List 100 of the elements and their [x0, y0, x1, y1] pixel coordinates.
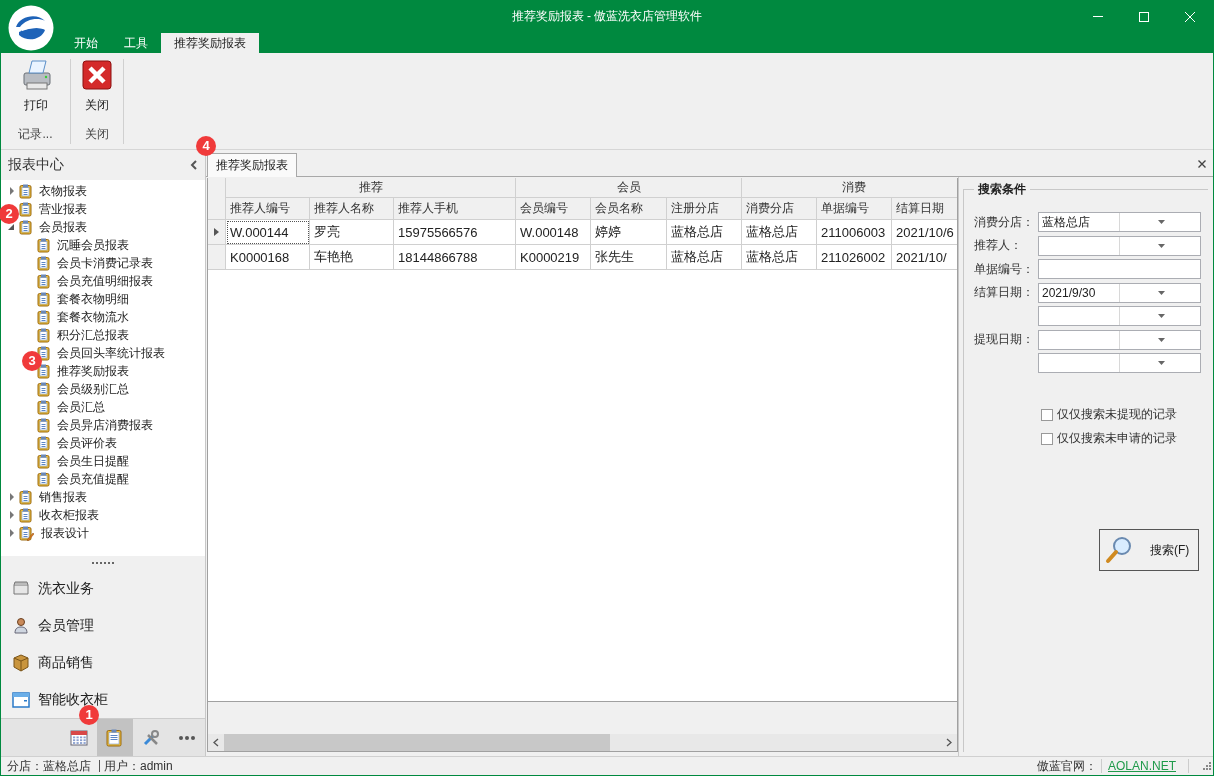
- clipboard-icon: [19, 219, 32, 235]
- column-header[interactable]: 推荐人手机: [394, 198, 516, 220]
- tree-item[interactable]: 会员评价表: [37, 434, 117, 452]
- clipboard-icon: [37, 417, 50, 433]
- tree-item[interactable]: 营业报表: [19, 200, 87, 218]
- tree-item[interactable]: 会员级别汇总: [37, 380, 129, 398]
- checkbox[interactable]: [1041, 432, 1053, 445]
- resize-grip-icon[interactable]: [1203, 762, 1211, 770]
- toolbar-button[interactable]: [97, 719, 133, 756]
- tree-item[interactable]: 会员充值明细报表: [37, 272, 153, 290]
- dropdown-field[interactable]: 蓝格总店: [1038, 212, 1201, 232]
- clipboard-icon: [37, 363, 50, 379]
- menu-tab[interactable]: 推荐奖励报表: [161, 33, 259, 53]
- column-header[interactable]: 会员编号: [516, 198, 591, 220]
- tree-item[interactable]: 会员异店消费报表: [37, 416, 153, 434]
- scroll-right-icon[interactable]: [946, 738, 952, 747]
- menu-tab[interactable]: 开始: [61, 33, 111, 53]
- current-row-icon: [214, 228, 219, 236]
- menu-tab[interactable]: 工具: [111, 33, 161, 53]
- clipboard-icon: [37, 237, 50, 253]
- clipboard-icon: [19, 201, 32, 217]
- dropdown-field[interactable]: [1038, 329, 1201, 350]
- field-label: 推荐人：: [974, 237, 1023, 254]
- box-icon: [12, 653, 30, 672]
- column-header[interactable]: 注册分店: [667, 198, 742, 220]
- status-text: 分店：蓝格总店: [7, 757, 92, 775]
- column-header[interactable]: 消费分店: [742, 198, 817, 220]
- dropdown-arrow-icon: [1158, 361, 1165, 365]
- tools-icon: [142, 729, 160, 747]
- close-icon: [1197, 159, 1207, 169]
- tree-item[interactable]: 收衣柜报表: [19, 506, 99, 524]
- number-badge: 1: [79, 705, 99, 725]
- table-cell: 15975566576: [394, 220, 516, 245]
- tree-item[interactable]: 会员卡消费记录表: [37, 254, 153, 272]
- toolbar-button[interactable]: [69, 728, 89, 748]
- nav-item[interactable]: 洗衣业务: [1, 570, 205, 607]
- column-header[interactable]: 单据编号: [817, 198, 892, 220]
- horizontal-scrollbar[interactable]: [208, 734, 957, 751]
- search-button[interactable]: 搜索(F): [1099, 529, 1199, 571]
- checkbox[interactable]: [1041, 408, 1053, 421]
- clipboard-pencil-icon: [19, 525, 34, 541]
- table-cell: 蓝格总店: [667, 245, 742, 270]
- minimize-icon: [1093, 16, 1103, 17]
- nav-item[interactable]: 商品销售: [1, 644, 205, 681]
- scrollbar-thumb[interactable]: [224, 734, 610, 751]
- dropdown-field[interactable]: [1038, 353, 1201, 373]
- clipboard-icon: [37, 399, 50, 415]
- search-icon: [1105, 536, 1133, 564]
- more-icon: [179, 736, 195, 740]
- group-title: 搜索条件: [977, 181, 1027, 198]
- clipboard-icon: [106, 728, 124, 747]
- tree-item[interactable]: 积分汇总报表: [37, 326, 129, 344]
- tree-item[interactable]: 会员生日提醒: [37, 452, 129, 470]
- clipboard-icon: [19, 183, 32, 199]
- table-cell: 婷婷: [591, 220, 667, 245]
- checkbox-label: 仅仅搜索未申请的记录: [1057, 430, 1177, 447]
- table-cell: 蓝格总店: [667, 220, 742, 245]
- table-cell: K0000168: [226, 245, 310, 270]
- splitter-grip-icon[interactable]: [91, 561, 115, 565]
- tree-item[interactable]: 沉睡会员报表: [37, 236, 129, 254]
- window-title: 推荐奖励报表 - 傲蓝洗衣店管理软件: [510, 8, 704, 25]
- dropdown-arrow-icon: [1158, 290, 1165, 295]
- toolbar-button[interactable]: [141, 728, 161, 748]
- tree-item[interactable]: 会员报表: [19, 218, 87, 236]
- tree-item[interactable]: 会员汇总: [37, 398, 105, 416]
- table-cell: 211026002: [817, 245, 892, 270]
- tree-item[interactable]: 衣物报表: [19, 182, 87, 200]
- field-label: 消费分店：: [974, 213, 1035, 231]
- dropdown-field[interactable]: [1038, 235, 1201, 256]
- clipboard-icon: [37, 453, 50, 469]
- tree-item[interactable]: 套餐衣物流水: [37, 308, 129, 326]
- row-header[interactable]: [208, 220, 226, 245]
- dropdown-field[interactable]: 2021/9/30: [1038, 282, 1201, 303]
- status-label: 傲蓝官网：: [1037, 757, 1097, 775]
- expanded-arrow-icon[interactable]: [6, 222, 16, 232]
- column-header[interactable]: 结算日期: [892, 198, 957, 220]
- window-icon: [12, 690, 30, 709]
- table-cell: 蓝格总店: [742, 220, 817, 245]
- ribbon-button[interactable]: 关闭: [79, 59, 115, 119]
- input-field[interactable]: [1038, 259, 1201, 279]
- tree-item[interactable]: 套餐衣物明细: [37, 290, 129, 308]
- tray-icon: [12, 579, 30, 598]
- close-tab-button[interactable]: [1197, 159, 1207, 169]
- column-group-header: 会员: [516, 178, 742, 198]
- nav-item[interactable]: 会员管理: [1, 607, 205, 644]
- collapse-icon[interactable]: [189, 159, 199, 171]
- scroll-left-icon[interactable]: [213, 738, 219, 747]
- dropdown-field[interactable]: [1038, 306, 1201, 326]
- document-tab[interactable]: 推荐奖励报表: [207, 153, 297, 177]
- ribbon-button[interactable]: 打印: [17, 59, 54, 119]
- group-label: 关闭: [85, 126, 109, 143]
- tree-item[interactable]: 会员充值提醒: [37, 470, 129, 488]
- column-header[interactable]: 会员名称: [591, 198, 667, 220]
- tree-item[interactable]: 报表设计: [19, 524, 89, 542]
- tree-item[interactable]: 销售报表: [19, 488, 87, 506]
- table-cell: 18144866788: [394, 245, 516, 270]
- column-header[interactable]: 推荐人名称: [310, 198, 394, 220]
- table-cell: W.000148: [516, 220, 591, 245]
- dropdown-arrow-icon: [1158, 220, 1165, 224]
- column-header[interactable]: 推荐人编号: [226, 198, 310, 220]
